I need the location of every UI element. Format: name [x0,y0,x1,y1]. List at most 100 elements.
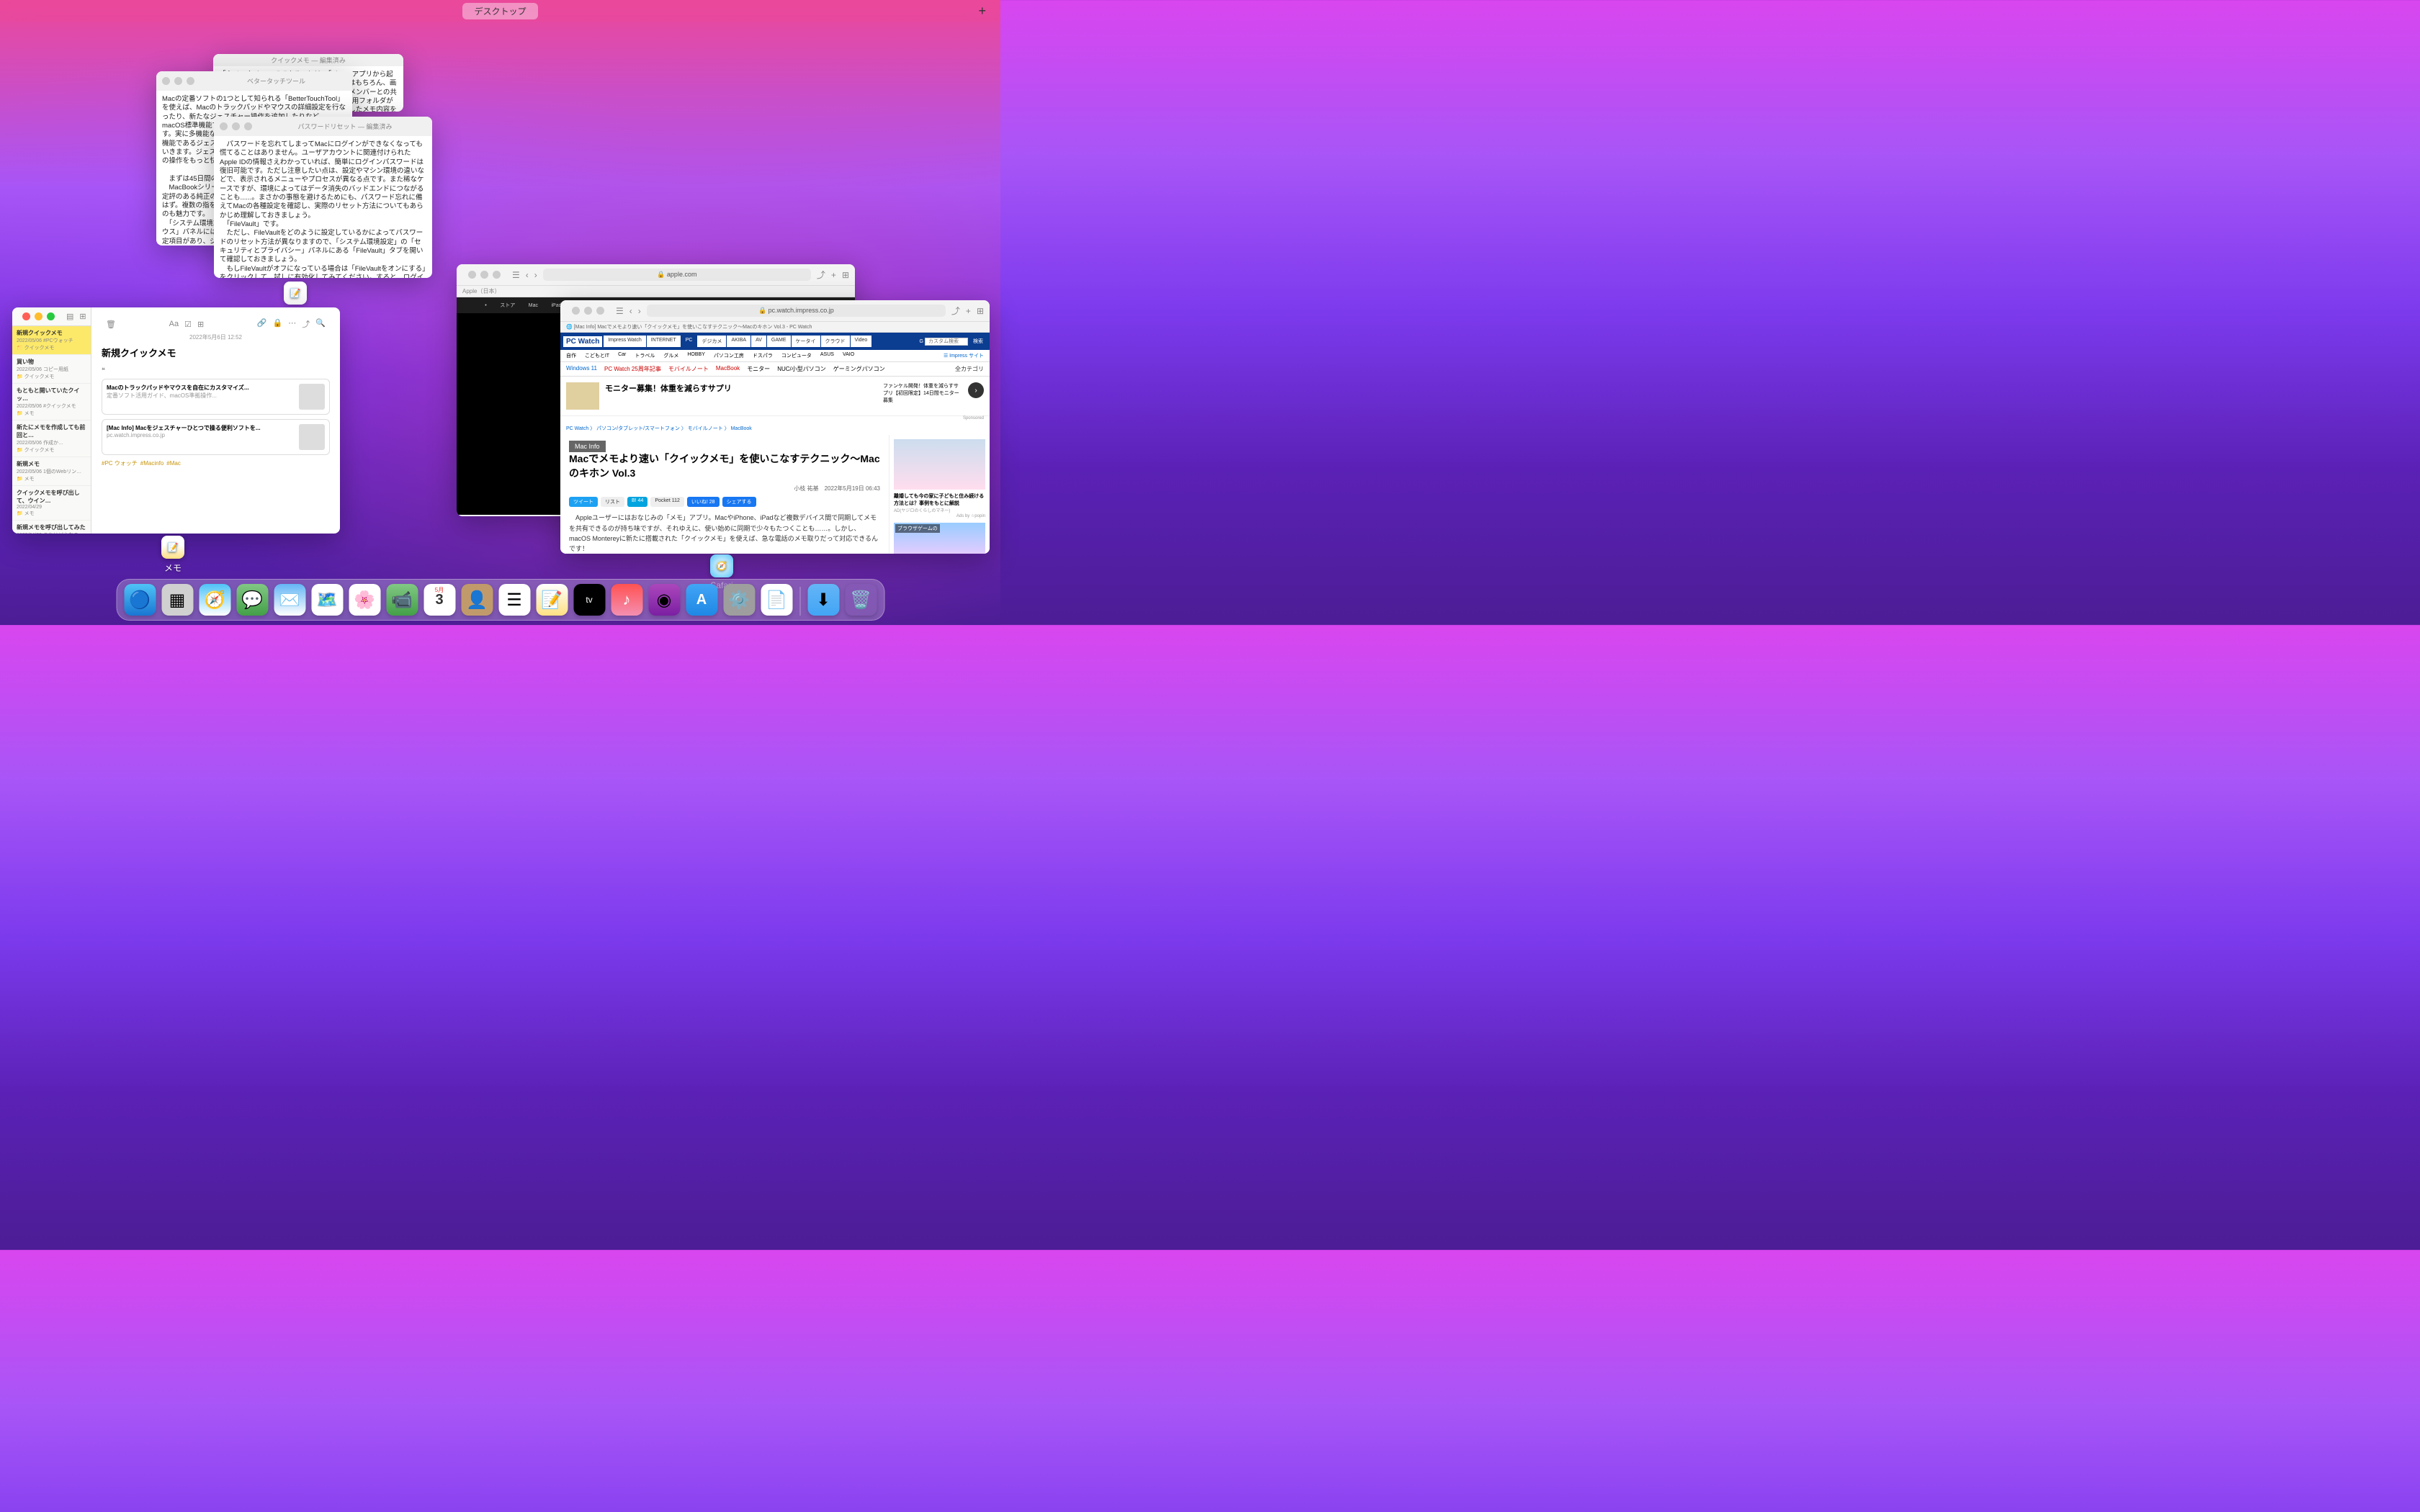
pcwatch-tab[interactable]: AV [751,336,766,347]
dock-photos-icon[interactable]: 🌸 [349,584,380,616]
pcwatch-subnav-item[interactable]: 自作 [566,352,576,359]
note-link-embed[interactable]: [Mac Info] Macをジェスチャーひとつで操る便利ソフトを... pc.… [102,419,330,455]
social-button[interactable]: Pocket 112 [650,497,684,507]
social-button[interactable]: B! 44 [627,497,647,507]
pcwatch-tab[interactable]: Video [851,336,872,347]
search-input[interactable] [925,338,968,346]
lock-icon[interactable]: 🔒 [273,318,283,330]
pcwatch-topic-link[interactable]: モニター [747,365,770,373]
pcwatch-subnav-item[interactable]: コンピュータ [781,352,812,359]
pcwatch-tab[interactable]: デジカメ [697,336,726,347]
social-button[interactable]: いいね! 28 [687,497,720,507]
pcwatch-tab[interactable]: INTERNET [647,336,681,347]
dock-music-icon[interactable]: ♪ [611,584,642,616]
dock-safari-icon[interactable]: 🧭 [199,584,230,616]
link-icon[interactable]: 🔗 [257,318,267,330]
grid-toggle-icon[interactable]: ⊞ [79,312,86,321]
pcwatch-subnav-item[interactable]: HOBBY [687,352,705,359]
share-icon[interactable]: ⤴ [817,269,825,281]
dock-tv-icon[interactable]: tv [573,584,605,616]
search-icon[interactable]: 🔍 [315,318,326,330]
new-tab-icon[interactable]: + [966,306,971,316]
sidebar-icon[interactable]: ☰ [616,306,624,316]
note-list-item[interactable]: クイックメモを呼び出して、ウイン…2022/04/29 📁 メモ [12,486,91,521]
sponsored-banner[interactable]: モニター募集！体重を減らすサプリ ファンケル開発！体重を減らすサプリ【初回限定】… [560,377,990,416]
forward-icon[interactable]: › [638,306,641,316]
tabs-icon[interactable]: ⊞ [977,306,984,316]
tab-bar[interactable]: Apple（日本） [457,286,855,297]
pcwatch-subnav-item[interactable]: グルメ [663,352,678,359]
pcwatch-subnav-item[interactable]: ASUS [820,352,834,359]
view-toggle-icon[interactable]: ▤ [66,312,73,321]
pcwatch-tab[interactable]: PC [681,336,697,347]
dock-launchpad-icon[interactable]: ▦ [161,584,193,616]
dock-appstore-icon[interactable]: A [686,584,717,616]
textedit-window-3[interactable]: パスワードリセット — 編集済み パスワードを忘れてしまってMacにログインがで… [214,117,432,278]
pcwatch-subnav-item[interactable]: こどもとIT [585,352,609,359]
note-list-item[interactable]: 新規メモ2022/05/06 1個のWebリン…📁 メモ [12,457,91,486]
pcwatch-logo[interactable]: PC Watch [563,336,602,347]
note-list-item[interactable]: 新たにメモを作成しても前回と…2022/05/06 作成か…📁 クイックメモ [12,420,91,457]
pcwatch-tab[interactable]: Impress Watch [604,336,645,347]
dock-contacts-icon[interactable]: 👤 [461,584,493,616]
note-list-item[interactable]: 新規クイックメモ2022/05/06 #PCウォッチ📁 クイックメモ [12,326,91,355]
dock-messages-icon[interactable]: 💬 [236,584,268,616]
pcwatch-topic-link[interactable]: PC Watch 25周年記事 [604,365,661,373]
pcwatch-subnav-item[interactable]: VAIO [843,352,854,359]
dock-trash-icon[interactable]: 🗑️ [845,584,877,616]
pcwatch-subnav-item[interactable]: Car [618,352,626,359]
sidebar-headline[interactable]: 離婚しても今の家に子どもと住み続ける方法とは？事例をもとに解説 [894,492,985,507]
social-button[interactable]: リスト [601,497,624,507]
pcwatch-topic-link[interactable]: モバイルノート [668,365,709,373]
apple-nav-item[interactable]: Mac [529,303,538,308]
pcwatch-subnav-item[interactable]: トラベル [635,352,655,359]
pcwatch-topic-link[interactable]: ゲーミングパソコン [833,365,885,373]
sidebar-icon[interactable]: ☰ [512,270,520,280]
dock-maps-icon[interactable]: 🗺️ [311,584,343,616]
share-icon[interactable]: ⤴ [302,318,310,330]
dock-settings-icon[interactable]: ⚙️ [723,584,755,616]
article-category[interactable]: Mac Info [569,441,606,452]
new-tab-icon[interactable]: + [831,270,836,280]
social-buttons[interactable]: ツイートリストB! 44Pocket 112いいね! 28シェアする [569,497,880,507]
apple-nav-item[interactable]: • [485,303,486,308]
pcwatch-subnav-item[interactable]: ドスパラ [753,352,773,359]
social-button[interactable]: シェアする [722,497,756,507]
dock-calendar-icon[interactable]: 5月3 [424,584,455,616]
tab-bar[interactable]: 🌐 [Mac Info] Macでメモより速い「クイックメモ」を使いこなすテクニ… [560,322,990,333]
dock-finder-icon[interactable]: 🔵 [124,584,156,616]
pcwatch-tab[interactable]: AKIBA [727,336,750,347]
pcwatch-topic-link[interactable]: Windows 11 [566,365,597,373]
breadcrumb[interactable]: PC Watch 〉 パソコン/タブレット/スマートフォン 〉 モバイルノート … [560,422,990,435]
pcwatch-tab[interactable]: GAME [767,336,791,347]
pcwatch-tab[interactable]: ケータイ [792,336,820,347]
safari-window-pcwatch[interactable]: ☰ ‹ › 🔒 pc.watch.impress.co.jp ⤴ + ⊞ 🌐 [… [560,300,990,554]
all-categories-link[interactable]: 全カテゴリ [955,365,984,373]
tabs-icon[interactable]: ⊞ [842,270,849,280]
delete-icon[interactable]: 🗑 [106,320,116,329]
forward-icon[interactable]: › [534,270,537,280]
note-list-item[interactable]: 買い物2022/05/06 コピー用紙📁 クイックメモ [12,355,91,384]
pcwatch-tab[interactable]: クラウド [821,336,850,347]
pcwatch-topics[interactable]: Windows 11PC Watch 25周年記事モバイルノートMacBookモ… [560,362,990,377]
address-bar[interactable]: 🔒 apple.com [543,269,811,281]
pcwatch-subnav[interactable]: 自作 こどもとIT Car トラベル グルメ HOBBY パソコン工房 ドスパラ コンピュータ A… [560,350,990,362]
dock-notes-icon[interactable]: 📝 [536,584,568,616]
dock-facetime-icon[interactable]: 📹 [386,584,418,616]
impress-site-link[interactable]: ☰ Impress サイト [944,352,984,359]
dock-downloads-icon[interactable]: ⬇ [807,584,839,616]
pcwatch-topic-link[interactable]: NUC/小型パソコン [777,365,826,373]
note-list-item[interactable]: 新規メモを呼び出してみた2022/04/29 これはどうなの…📁 メモ [12,521,91,534]
search-button[interactable]: 検索 [969,336,987,346]
social-button[interactable]: ツイート [569,497,598,507]
dock-mail-icon[interactable]: ✉️ [274,584,305,616]
minimize-icon[interactable] [35,312,42,320]
dock-textedit-icon[interactable]: 📄 [761,584,792,616]
add-desktop-button[interactable]: + [978,4,986,19]
sidebar-ad-image-2[interactable]: ブラウザゲームの [894,523,985,554]
note-link-embed[interactable]: Macのトラックパッドやマウスを自在にカスタマイズ... 定番ソフト活用ガイド、… [102,379,330,415]
sidebar-ad-image[interactable] [894,439,985,490]
close-icon[interactable] [22,312,30,320]
pcwatch-subnav-item[interactable]: パソコン工房 [714,352,744,359]
apple-nav-item[interactable]: ストア [500,302,515,309]
